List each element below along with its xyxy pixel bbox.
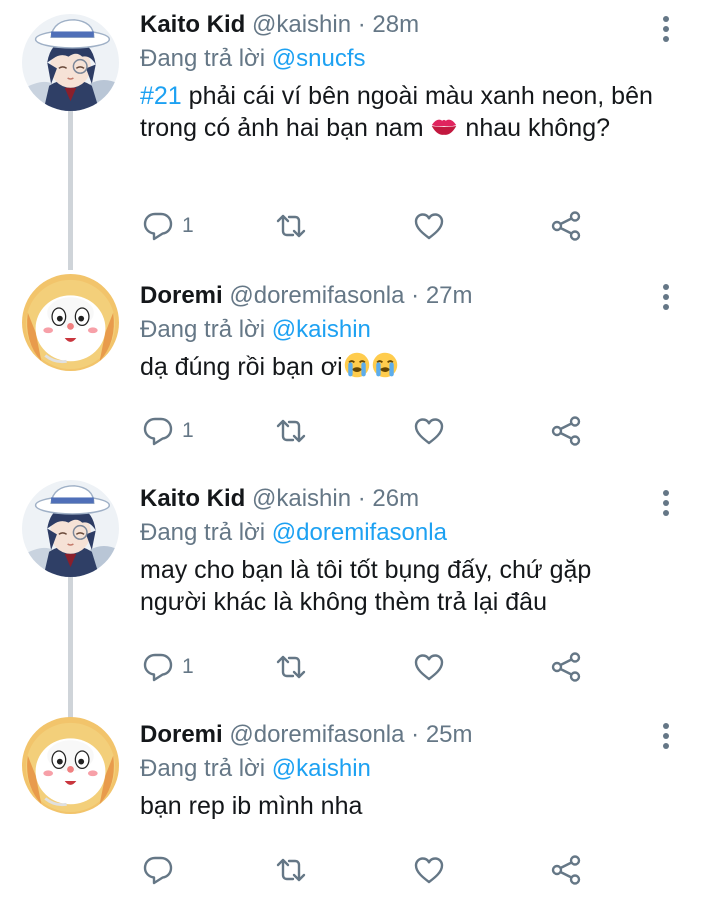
crying-face-emoji [344,352,369,378]
tweet-text: #21 phải cái ví bên ngoài màu xanh neon,… [140,80,660,144]
share-button[interactable] [550,209,582,243]
retweet-icon [275,651,307,683]
share-icon [550,415,582,447]
display-name[interactable]: Doremi [140,282,223,309]
display-name[interactable]: Doremi [140,721,223,748]
mention-link[interactable]: @doremifasonla [272,519,447,546]
retweet-button[interactable] [275,650,307,684]
kaito-kid-avatar[interactable] [22,14,119,111]
tweet-4[interactable]: Doremi @doremifasonla · 25m Đang trả lời… [0,705,720,903]
reply-button[interactable]: 1 [142,209,194,243]
reply-count: 1 [182,419,194,442]
reply-icon [142,651,174,683]
reply-count: 1 [182,214,194,237]
share-button[interactable] [550,414,582,448]
timestamp[interactable]: 27m [426,282,473,309]
like-icon [413,651,445,683]
separator-dot: · [351,11,373,38]
reply-button[interactable]: 1 [142,414,194,448]
crying-face-emoji [372,352,397,378]
replying-to: Đang trả lời @doremifasonla [140,518,660,548]
reply-icon [142,415,174,447]
timestamp[interactable]: 25m [426,721,473,748]
reply-button[interactable] [142,853,182,887]
thread-connector-line [68,110,73,270]
reply-count: 1 [182,655,194,678]
hashtag-link[interactable]: #21 [140,82,182,110]
replying-to-label: Đang trả lời [140,316,272,343]
tweet-text: may cho bạn là tôi tốt bụng đấy, chứ gặp… [140,556,592,616]
replying-to-label: Đang trả lời [140,755,272,782]
display-name[interactable]: Kaito Kid [140,485,245,512]
tweet-text: bạn rep ib mình nha [140,792,363,820]
mention-link[interactable]: @kaishin [272,755,371,782]
separator-dot: · [404,721,426,748]
tweet-2[interactable]: Doremi @doremifasonla · 27m Đang trả lời… [0,260,720,460]
retweet-button[interactable] [275,414,307,448]
like-icon [413,415,445,447]
like-button[interactable] [413,650,445,684]
replying-to-label: Đang trả lời [140,519,272,546]
thread-connector-line [68,570,73,720]
replying-to: Đang trả lời @snucfs [140,44,660,74]
retweet-button[interactable] [275,209,307,243]
more-options-icon[interactable] [662,284,670,314]
like-icon [413,854,445,886]
kaito-kid-avatar[interactable] [22,480,119,577]
like-button[interactable] [413,414,445,448]
user-handle[interactable]: @doremifasonla [229,721,404,748]
separator-dot: · [404,282,426,309]
share-icon [550,210,582,242]
share-icon [550,651,582,683]
retweet-icon [275,210,307,242]
doremi-avatar[interactable] [22,717,119,814]
retweet-icon [275,415,307,447]
share-button[interactable] [550,853,582,887]
replying-to-label: Đang trả lời [140,45,272,72]
kiss-lips-emoji [432,119,457,135]
reply-button[interactable]: 1 [142,650,194,684]
share-button[interactable] [550,650,582,684]
separator-dot: · [351,485,373,512]
more-options-icon[interactable] [662,490,670,520]
reply-icon [142,854,174,886]
retweet-button[interactable] [275,853,307,887]
tweet-header: Doremi @doremifasonla · 27m [140,281,660,311]
replying-to: Đang trả lời @kaishin [140,754,660,784]
like-button[interactable] [413,209,445,243]
timestamp[interactable]: 26m [372,485,419,512]
tweet-3[interactable]: Kaito Kid @kaishin · 26m Đang trả lời @d… [0,470,720,720]
mention-link[interactable]: @snucfs [272,45,366,72]
like-button[interactable] [413,853,445,887]
share-icon [550,854,582,886]
tweet-header: Kaito Kid @kaishin · 28m [140,10,660,40]
tweet-text-part: nhau không? [458,114,611,142]
tweet-text: dạ đúng rồi bạn ơi [140,351,660,383]
tweet-header: Kaito Kid @kaishin · 26m [140,484,660,514]
user-handle[interactable]: @doremifasonla [229,282,404,309]
tweet-1[interactable]: Kaito Kid @kaishin · 28m Đang trả lời @s… [0,0,720,270]
reply-icon [142,210,174,242]
more-options-icon[interactable] [662,723,670,753]
timestamp[interactable]: 28m [372,11,419,38]
user-handle[interactable]: @kaishin [252,11,351,38]
replying-to: Đang trả lời @kaishin [140,315,660,345]
retweet-icon [275,854,307,886]
tweet-text-part: dạ đúng rồi bạn ơi [140,353,343,381]
doremi-avatar[interactable] [22,274,119,371]
display-name[interactable]: Kaito Kid [140,11,245,38]
tweet-header: Doremi @doremifasonla · 25m [140,720,660,750]
more-options-icon[interactable] [662,16,670,46]
like-icon [413,210,445,242]
user-handle[interactable]: @kaishin [252,485,351,512]
mention-link[interactable]: @kaishin [272,316,371,343]
